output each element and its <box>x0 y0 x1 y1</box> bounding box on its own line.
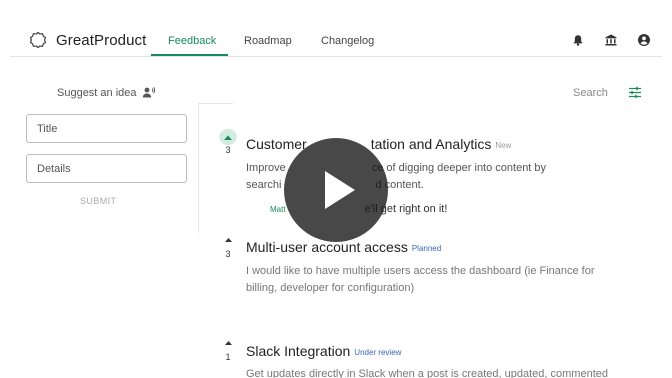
post-description: Get updates directly in Slack when a pos… <box>246 367 626 378</box>
desc-line-start: Improve <box>246 162 286 174</box>
submit-button[interactable]: SUBMIT <box>80 196 116 206</box>
filter-icon[interactable] <box>628 86 642 99</box>
details-field[interactable] <box>26 154 187 183</box>
header-divider <box>10 56 662 57</box>
status-badge: Under review <box>354 348 402 357</box>
panel-border-left <box>198 103 199 233</box>
vote-count: 3 <box>225 249 231 259</box>
caret-up-icon <box>224 135 232 140</box>
voice-icon <box>142 86 156 98</box>
account-icon[interactable] <box>637 33 651 47</box>
desc-line-start: searchi <box>246 179 282 191</box>
panel-border-top <box>198 103 233 104</box>
post-title-text: Slack Integration <box>246 343 351 359</box>
status-badge: New <box>495 141 512 150</box>
post-title-end: tation and Analytics <box>370 136 492 152</box>
upvote-button[interactable]: 3 <box>219 236 237 259</box>
voted-indicator <box>219 129 237 145</box>
post-title[interactable]: Slack Integration Under review <box>246 343 401 359</box>
play-icon <box>325 171 355 209</box>
upvote-button[interactable]: 1 <box>219 339 237 362</box>
video-play-button[interactable] <box>284 138 388 242</box>
tab-feedback[interactable]: Feedback <box>168 35 216 47</box>
bell-icon[interactable] <box>571 33 585 47</box>
bank-icon[interactable] <box>604 33 618 47</box>
vote-count: 3 <box>225 145 231 155</box>
app-header: GreatProduct Feedback Roadmap Changelog <box>0 0 672 57</box>
caret-up-icon <box>224 341 232 345</box>
desc-line: billing, developer for configuration) <box>246 282 415 294</box>
vote-count: 1 <box>225 352 231 362</box>
brand-name[interactable]: GreatProduct <box>56 32 146 49</box>
desc-line: I would like to have multiple users acce… <box>246 265 595 277</box>
desc-line-end: ce of digging deeper into content by <box>371 162 547 174</box>
caret-up-icon <box>224 238 232 242</box>
suggest-heading: Suggest an idea <box>57 87 137 99</box>
logo-icon <box>29 31 47 49</box>
tab-changelog[interactable]: Changelog <box>321 35 374 47</box>
search-input[interactable] <box>564 85 620 101</box>
upvote-button[interactable]: 3 <box>219 129 237 155</box>
status-badge: Planned <box>411 244 442 253</box>
post-description: I would like to have multiple users acce… <box>246 263 626 297</box>
title-field[interactable] <box>26 114 187 143</box>
tab-roadmap[interactable]: Roadmap <box>244 35 292 47</box>
desc-line: Get updates directly in Slack when a pos… <box>246 368 608 378</box>
